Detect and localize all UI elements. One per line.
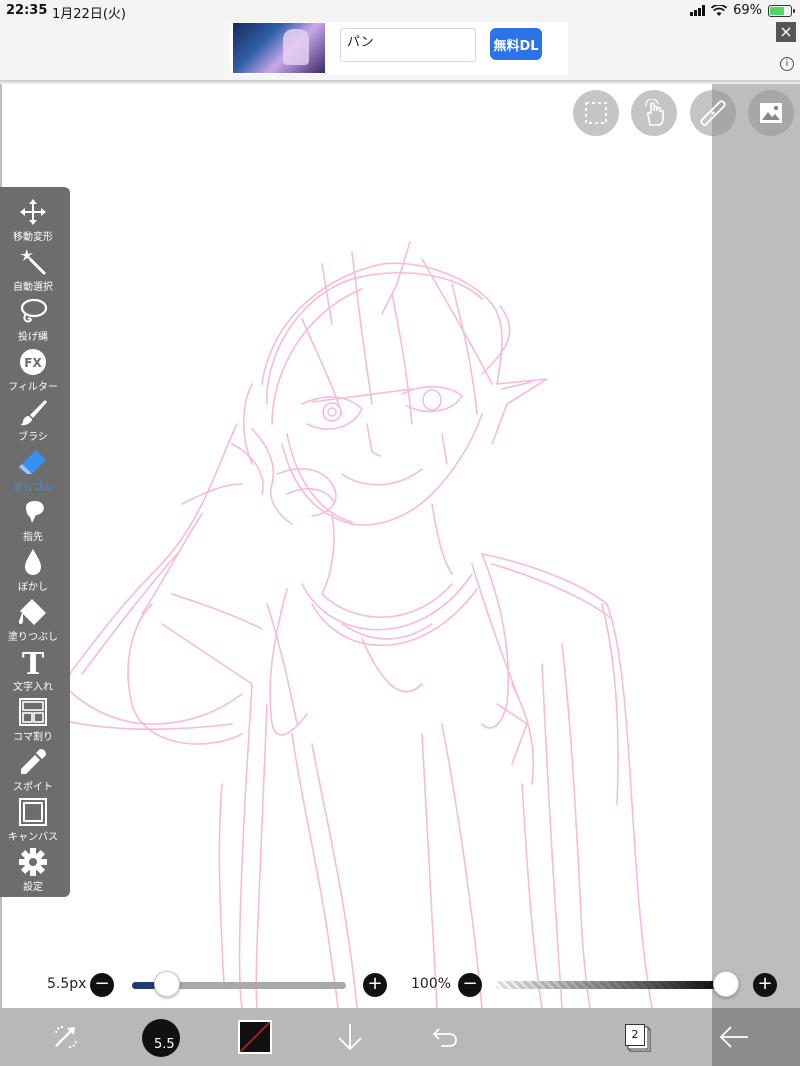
opacity-decrease-button[interactable]: − [458, 973, 482, 997]
bucket-fill-icon [18, 599, 46, 625]
tool-label: コマ割り [13, 732, 53, 743]
ruler-icon [700, 100, 726, 126]
tool-label: 移動変形 [13, 232, 53, 243]
eyedropper-icon [21, 749, 46, 774]
canvas-area[interactable] [0, 84, 800, 1008]
app-window: 22:35 1月22日(火) 69% パン 無料DL × i 移動変形 自動選択… [0, 0, 800, 1066]
ad-bar: パン 無料DL × i [0, 22, 800, 82]
move-transform-icon [20, 199, 46, 225]
brush-size-slider-thumb[interactable] [153, 971, 180, 997]
touch-gesture-icon [645, 99, 664, 126]
reference-image-icon [760, 103, 782, 123]
tool-panel-divide[interactable]: コマ割り [0, 697, 70, 747]
undo-button[interactable] [427, 1014, 463, 1060]
tool-label: 文字入れ [13, 682, 53, 693]
magic-wand-icon [20, 249, 47, 276]
filter-fx-icon: FX [20, 349, 46, 375]
tool-label: ブラシ [18, 432, 48, 443]
selection-icon [585, 102, 607, 124]
tool-blur[interactable]: ぼかし [0, 547, 70, 597]
swap-tool-button[interactable] [48, 1014, 84, 1060]
tool-panel: 移動変形 自動選択 投げ縄 FX フィルター ブラシ 消しゴム 指先 ぼかし 塗… [0, 187, 70, 897]
tool-label: 消しゴム [13, 482, 53, 493]
undo-icon [432, 1028, 457, 1047]
no-color-slash-icon [240, 1022, 270, 1052]
reference-image-button[interactable] [748, 90, 794, 136]
opacity-slider-thumb[interactable] [713, 971, 739, 997]
tool-label: キャンバス [8, 832, 58, 843]
tool-bucket-fill[interactable]: 塗りつぶし [0, 597, 70, 647]
status-time: 22:35 [6, 3, 48, 18]
tool-smudge[interactable]: 指先 [0, 497, 70, 547]
brush-size-indicator: 5.5 [154, 1037, 175, 1052]
battery-icon [768, 4, 795, 17]
tool-eyedropper[interactable]: スポイト [0, 747, 70, 797]
ad-image[interactable] [233, 23, 325, 73]
arrow-down-icon [338, 1024, 362, 1051]
tool-label: 塗りつぶし [7, 632, 59, 643]
brush-icon [20, 400, 47, 426]
tool-settings[interactable]: 設定 [0, 847, 70, 897]
tool-label: スポイト [13, 782, 53, 793]
back-button[interactable] [716, 1014, 752, 1060]
tool-label: 指先 [23, 532, 43, 543]
eraser-icon [19, 450, 46, 474]
status-indicators: 69% [690, 3, 795, 18]
sketch-drawing [2, 241, 653, 1008]
tool-label: 自動選択 [13, 282, 53, 293]
layer-down-button[interactable] [332, 1014, 368, 1060]
selection-button[interactable] [573, 90, 619, 136]
tool-label: 設定 [23, 882, 43, 893]
opacity-increase-button[interactable]: + [753, 973, 777, 997]
ad-info-icon[interactable]: i [780, 57, 794, 71]
brush-size-value: 5.5px [47, 976, 87, 992]
ruler-button[interactable] [690, 90, 736, 136]
smudge-icon [26, 501, 44, 523]
ad-banner[interactable]: パン 無料DL × i [230, 22, 796, 74]
ad-download-button[interactable]: 無料DL [490, 28, 542, 60]
opacity-slider[interactable] [496, 981, 732, 989]
opacity-value: 100% [411, 976, 452, 992]
brush-size-decrease-button[interactable]: − [90, 973, 114, 997]
tool-eraser[interactable]: 消しゴム [0, 447, 70, 497]
text-icon: T [22, 647, 45, 677]
svg-text:FX: FX [24, 356, 42, 370]
canvas-icon [19, 798, 47, 826]
ad-close-icon[interactable]: × [776, 22, 796, 42]
svg-text:T: T [22, 647, 45, 677]
tool-canvas[interactable]: キャンバス [0, 797, 70, 847]
cellular-signal-icon [690, 5, 706, 16]
status-date: 1月22日(火) [52, 7, 126, 22]
tool-brush[interactable]: ブラシ [0, 397, 70, 447]
status-bar: 22:35 1月22日(火) 69% [0, 0, 800, 22]
lasso-icon [20, 298, 48, 323]
brush-size-fill [132, 982, 156, 989]
brush-size-increase-button[interactable]: + [363, 973, 387, 997]
gear-icon [19, 848, 47, 876]
tool-text[interactable]: T 文字入れ [0, 647, 70, 697]
bottom-toolbar [0, 1008, 800, 1066]
layer-count: 2 [625, 1024, 645, 1046]
tool-label: ぼかし [18, 582, 48, 593]
arrow-left-icon [719, 1026, 748, 1048]
tool-move-transform[interactable]: 移動変形 [0, 197, 70, 247]
blur-drop-icon [25, 549, 41, 575]
drawing-canvas[interactable] [2, 84, 712, 1008]
color-picker-button[interactable] [238, 1020, 272, 1054]
battery-level-fill [770, 6, 784, 15]
tool-magic-wand[interactable]: 自動選択 [0, 247, 70, 297]
touch-gesture-button[interactable] [631, 90, 677, 136]
wifi-icon [711, 4, 728, 16]
tool-label: 投げ縄 [18, 332, 48, 343]
ad-title[interactable]: パン [340, 28, 476, 62]
tool-lasso[interactable]: 投げ縄 [0, 297, 70, 347]
swap-arrows-icon [55, 1026, 77, 1048]
tool-label: フィルター [8, 382, 58, 393]
panel-divide-icon [19, 698, 47, 726]
battery-percent: 69% [733, 3, 762, 18]
tool-filter[interactable]: FX フィルター [0, 347, 70, 397]
